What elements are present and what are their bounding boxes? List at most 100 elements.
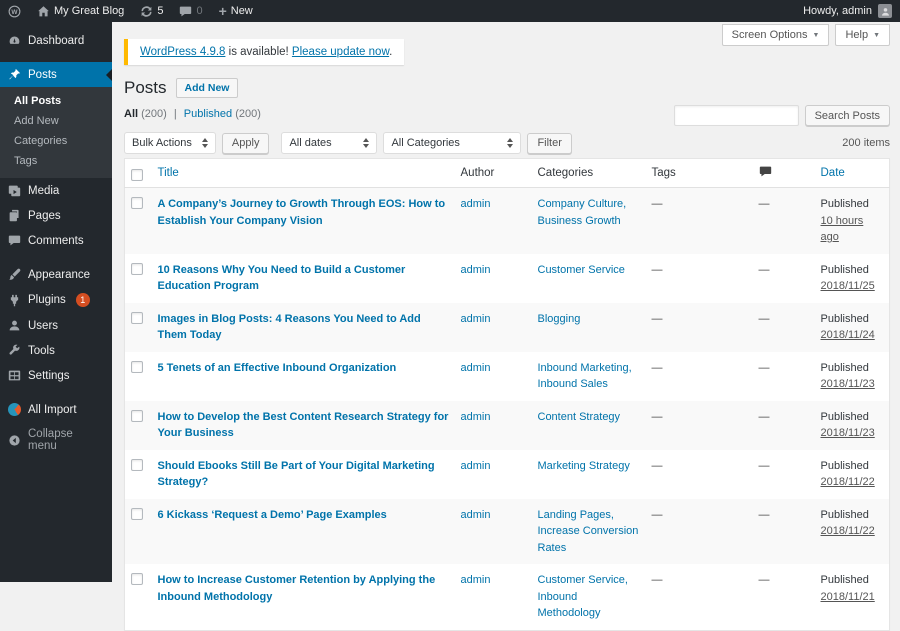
post-title-link[interactable]: How to Develop the Best Content Research… [158,411,449,440]
paintbrush-icon [8,268,21,281]
submenu-item-add-new[interactable]: Add New [0,111,112,131]
post-title-link[interactable]: 6 Kickass ‘Request a Demo’ Page Examples [158,509,387,521]
post-date[interactable]: 2018/11/22 [821,474,884,491]
row-checkbox[interactable] [131,311,143,324]
plugins-update-badge: 1 [75,293,90,307]
author-link[interactable]: admin [461,198,491,210]
row-checkbox[interactable] [131,458,143,471]
categories-links[interactable]: Marketing Strategy [538,460,630,472]
comments-value: — [758,410,770,423]
categories-links[interactable]: Customer Service, Inbound Methodology [538,574,628,619]
post-date[interactable]: 10 hours ago [821,213,884,246]
author-link[interactable]: admin [461,313,491,325]
pages-icon [8,209,21,222]
sidebar-item-settings[interactable]: Settings [0,363,112,388]
collapse-menu-button[interactable]: Collapse menu [0,422,112,458]
post-date[interactable]: 2018/11/24 [821,327,884,344]
row-checkbox[interactable] [131,197,143,209]
new-label: New [230,5,253,17]
author-link[interactable]: admin [461,509,491,521]
updates-link[interactable]: 5 [132,0,171,22]
sidebar-item-appearance[interactable]: Appearance [0,262,112,287]
categories-links[interactable]: Blogging [538,313,581,325]
column-header-date[interactable]: Date [814,158,890,188]
post-date[interactable]: 2018/11/21 [821,589,884,606]
comment-bubble-icon [179,5,192,18]
account-menu[interactable]: Howdy, admin [803,4,900,18]
select-all-checkbox[interactable] [131,168,143,181]
row-checkbox[interactable] [131,409,143,422]
sidebar-item-media[interactable]: Media [0,178,112,203]
post-title-link[interactable]: How to Increase Customer Retention by Ap… [158,574,436,603]
comments-icon [8,234,21,247]
search-posts-input[interactable] [673,105,799,126]
sidebar-item-comments[interactable]: Comments [0,228,112,253]
row-checkbox[interactable] [131,507,143,520]
filter-all-link[interactable]: All [124,108,138,120]
row-checkbox[interactable] [131,262,143,275]
submenu-item-all-posts[interactable]: All Posts [0,91,112,111]
sidebar-item-dashboard[interactable]: Dashboard [0,28,112,53]
sidebar-item-label: Plugins [28,294,66,306]
menu-separator [0,388,112,397]
new-content-button[interactable]: + New [211,0,261,22]
filter-separator: | [173,108,177,120]
table-row: 10 Reasons Why You Need to Build a Custo… [125,254,890,303]
column-header-title[interactable]: Title [151,158,455,188]
categories-links[interactable]: Customer Service [538,264,625,276]
categories-links[interactable]: Company Culture, Business Growth [538,198,627,227]
user-icon [8,319,21,332]
author-link[interactable]: admin [461,460,491,472]
howdy-label: Howdy, admin [803,5,872,17]
update-nag-notice: WordPress 4.9.8 is available! Please upd… [124,39,405,65]
categories-links[interactable]: Content Strategy [538,411,621,423]
post-date[interactable]: 2018/11/22 [821,523,884,540]
author-link[interactable]: admin [461,264,491,276]
categories-links[interactable]: Landing Pages, Increase Conversion Rates [538,509,639,554]
search-posts-button[interactable]: Search Posts [804,105,890,126]
sidebar-item-posts[interactable]: Posts [0,62,112,87]
submenu-item-categories[interactable]: Categories [0,131,112,151]
settings-icon [8,369,21,382]
bulk-actions-select[interactable]: Bulk Actions [124,132,216,154]
submenu-item-tags[interactable]: Tags [0,151,112,171]
table-row: A Company’s Journey to Growth Through EO… [124,187,890,254]
date-filter-value: All dates [289,137,332,149]
help-button[interactable]: Help ▼ [835,24,890,46]
sidebar-item-all-import[interactable]: All Import [0,397,112,422]
wordpress-menu-button[interactable]: W [0,0,29,22]
post-title-link[interactable]: A Company’s Journey to Growth Through EO… [158,198,446,227]
comments-count: 0 [196,5,203,17]
author-link[interactable]: admin [461,411,491,423]
post-title-link[interactable]: Images in Blog Posts: 4 Reasons You Need… [158,313,421,342]
date-filter-select[interactable]: All dates [281,132,378,154]
apply-button[interactable]: Apply [221,132,270,154]
post-date[interactable]: 2018/11/25 [821,278,884,295]
screen-options-button[interactable]: Screen Options ▼ [721,24,830,46]
sidebar-item-pages[interactable]: Pages [0,203,112,228]
author-link[interactable]: admin [461,362,491,374]
wordpress-version-link[interactable]: WordPress 4.9.8 [140,46,225,58]
filter-published-link[interactable]: Published [184,108,232,120]
post-title-link[interactable]: Should Ebooks Still Be Part of Your Digi… [158,460,435,489]
posts-table-body: A Company’s Journey to Growth Through EO… [124,187,890,631]
comments-link[interactable]: 0 [171,0,210,22]
sidebar-item-tools[interactable]: Tools [0,338,112,363]
filter-button[interactable]: Filter [527,132,572,154]
post-title-link[interactable]: 10 Reasons Why You Need to Build a Custo… [158,264,406,293]
sidebar-item-users[interactable]: Users [0,313,112,338]
post-date[interactable]: 2018/11/23 [821,376,884,393]
update-now-link[interactable]: Please update now [292,46,389,58]
post-date[interactable]: 2018/11/23 [821,425,884,442]
row-checkbox[interactable] [131,573,143,585]
categories-links[interactable]: Inbound Marketing, Inbound Sales [538,362,632,391]
row-checkbox[interactable] [131,360,143,373]
sidebar-item-plugins[interactable]: Plugins 1 [0,287,112,313]
author-link[interactable]: admin [461,574,491,586]
post-title-link[interactable]: 5 Tenets of an Effective Inbound Organiz… [158,362,397,374]
post-status: Published [820,410,869,423]
category-filter-select[interactable]: All Categories [383,132,522,154]
add-new-button[interactable]: Add New [175,78,239,98]
update-icon [140,5,153,18]
site-name-link[interactable]: My Great Blog [29,0,132,22]
